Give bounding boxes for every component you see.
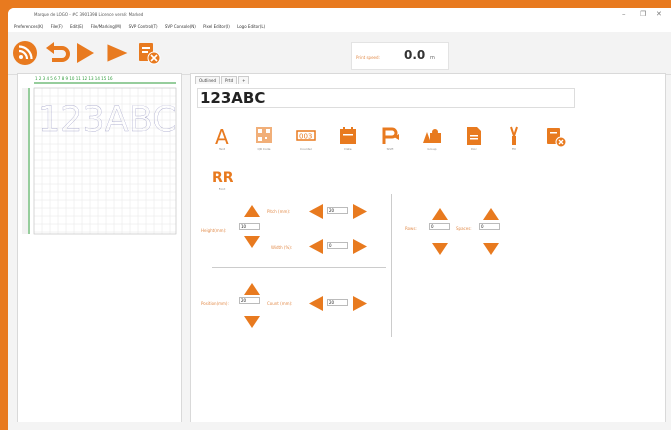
editor-tabs: Outlined Prtd + xyxy=(195,76,250,84)
pitch-label: Pitch (mm): xyxy=(267,209,291,214)
export-tool-icon[interactable] xyxy=(545,126,567,152)
tab-outlined[interactable]: Outlined xyxy=(195,76,221,84)
pitch-input[interactable]: 20 xyxy=(327,207,348,214)
counter-tool-icon[interactable]: 003 Counter xyxy=(295,126,317,152)
text-content-input[interactable]: 123ABC xyxy=(197,88,575,108)
tab-add[interactable]: + xyxy=(238,76,250,84)
width-right-arrow[interactable] xyxy=(353,239,367,258)
cards-tool-label: Group xyxy=(427,147,437,151)
svg-text:RR: RR xyxy=(212,170,233,186)
menu-svp-control[interactable]: SVP Control(T) xyxy=(129,24,158,29)
menu-file-marking[interactable]: File/Marking(M) xyxy=(91,24,122,29)
document-tool-icon[interactable]: Doc xyxy=(463,126,485,152)
menu-preferences[interactable]: Preferences(K) xyxy=(14,24,43,29)
print-speed-label: Print speed: xyxy=(356,55,380,60)
preview-text: 123ABC xyxy=(38,100,177,140)
spaces-up-arrow[interactable] xyxy=(483,205,499,224)
print-speed-panel: Print speed: 0.0 m xyxy=(351,42,449,70)
count-right-arrow[interactable] xyxy=(353,296,367,315)
counter-tool-label: Counter xyxy=(300,147,312,151)
position-label: Position(mm): xyxy=(201,301,229,306)
print-speed-unit: m xyxy=(430,55,435,61)
svg-text:003: 003 xyxy=(299,133,312,141)
text-tool-icon[interactable]: A Text xyxy=(211,125,233,152)
undo-icon[interactable] xyxy=(44,40,70,66)
ruler-numbers: 1 2 3 4 5 6 7 8 9 10 11 12 13 14 15 16 xyxy=(35,76,113,81)
svg-text:A: A xyxy=(215,126,229,146)
height-label: Height(mm): xyxy=(201,228,227,233)
menu-edit[interactable]: Edit(E) xyxy=(70,24,83,29)
text-tool-label: Text xyxy=(218,147,226,151)
calendar-tool-icon[interactable]: Date xyxy=(337,126,359,152)
height-up-arrow[interactable] xyxy=(244,202,260,221)
count-label: Count (mm): xyxy=(267,301,293,306)
rss-icon[interactable] xyxy=(12,40,38,66)
run-icon[interactable] xyxy=(104,40,130,66)
params-divider xyxy=(212,267,386,268)
app-window: Marque de LOGO - #C 3901398 Licence vers… xyxy=(8,8,671,430)
rows-down-arrow[interactable] xyxy=(432,240,448,259)
spaces-label: Spaces: xyxy=(456,226,472,231)
shift-tool-label: Shift xyxy=(386,147,394,151)
document-tool-label: Doc xyxy=(471,147,477,151)
font-tool-label: Font xyxy=(218,187,226,191)
menu-file[interactable]: File(F) xyxy=(51,24,63,29)
qrcode-tool-label: QR Code xyxy=(257,147,271,151)
position-up-arrow[interactable] xyxy=(244,280,260,299)
qrcode-tool-icon[interactable]: QR Code xyxy=(253,126,275,152)
params-vertical-divider xyxy=(391,194,392,337)
preview-grid[interactable]: 1 2 3 4 5 6 7 8 9 10 11 12 13 14 15 16 1… xyxy=(18,74,181,430)
rows-input[interactable]: 0 xyxy=(429,223,450,230)
menu-logo-editor[interactable]: Logo Editor(L) xyxy=(237,24,265,29)
brush-tool-label: Fill xyxy=(511,147,516,151)
height-input[interactable]: 10 xyxy=(239,223,260,230)
print-preview-panel: 1 2 3 4 5 6 7 8 9 10 11 12 13 14 15 16 1… xyxy=(17,73,182,430)
play-icon[interactable] xyxy=(72,40,98,66)
width-label: Width (%): xyxy=(271,245,293,250)
spaces-input[interactable]: 0 xyxy=(479,223,500,230)
spaces-down-arrow[interactable] xyxy=(483,240,499,259)
rows-label: Rows: xyxy=(405,226,417,231)
close-button[interactable]: ✕ xyxy=(656,10,662,18)
brush-tool-icon[interactable]: Fill xyxy=(503,126,525,152)
minimize-button[interactable]: – xyxy=(622,10,626,18)
menu-bar: Preferences(K) File(F) Edit(E) File/Mark… xyxy=(8,24,671,32)
count-input[interactable]: 20 xyxy=(327,299,348,306)
width-input[interactable]: 0 xyxy=(327,242,348,249)
print-speed-value: 0.0 xyxy=(404,48,426,62)
menu-pixel-editor[interactable]: Pixel Editor(I) xyxy=(203,24,230,29)
calendar-tool-label: Date xyxy=(344,147,352,151)
pitch-left-arrow[interactable] xyxy=(309,204,323,223)
maximize-button[interactable]: ❐ xyxy=(640,10,646,18)
editor-panel: Outlined Prtd + 123ABC A Text QR Code 003 … xyxy=(190,73,666,430)
export-icon[interactable] xyxy=(136,40,162,66)
count-left-arrow[interactable] xyxy=(309,296,323,315)
status-bar xyxy=(8,422,671,430)
pitch-right-arrow[interactable] xyxy=(353,204,367,223)
height-down-arrow[interactable] xyxy=(244,233,260,252)
font-tool-icon[interactable]: RR Font xyxy=(211,166,234,192)
width-left-arrow[interactable] xyxy=(309,239,323,258)
window-title: Marque de LOGO - #C 3901398 Licence vers… xyxy=(34,12,144,17)
menu-svp-console[interactable]: SVP Console(N) xyxy=(165,24,196,29)
position-down-arrow[interactable] xyxy=(244,313,260,332)
shift-tool-icon[interactable]: Shift xyxy=(379,126,401,152)
title-bar: Marque de LOGO - #C 3901398 Licence vers… xyxy=(8,8,671,24)
tab-prtd[interactable]: Prtd xyxy=(221,76,238,84)
cards-tool-icon[interactable]: Group xyxy=(421,126,443,152)
toolbar: Print speed: 0.0 m xyxy=(8,32,671,75)
rows-up-arrow[interactable] xyxy=(432,205,448,224)
